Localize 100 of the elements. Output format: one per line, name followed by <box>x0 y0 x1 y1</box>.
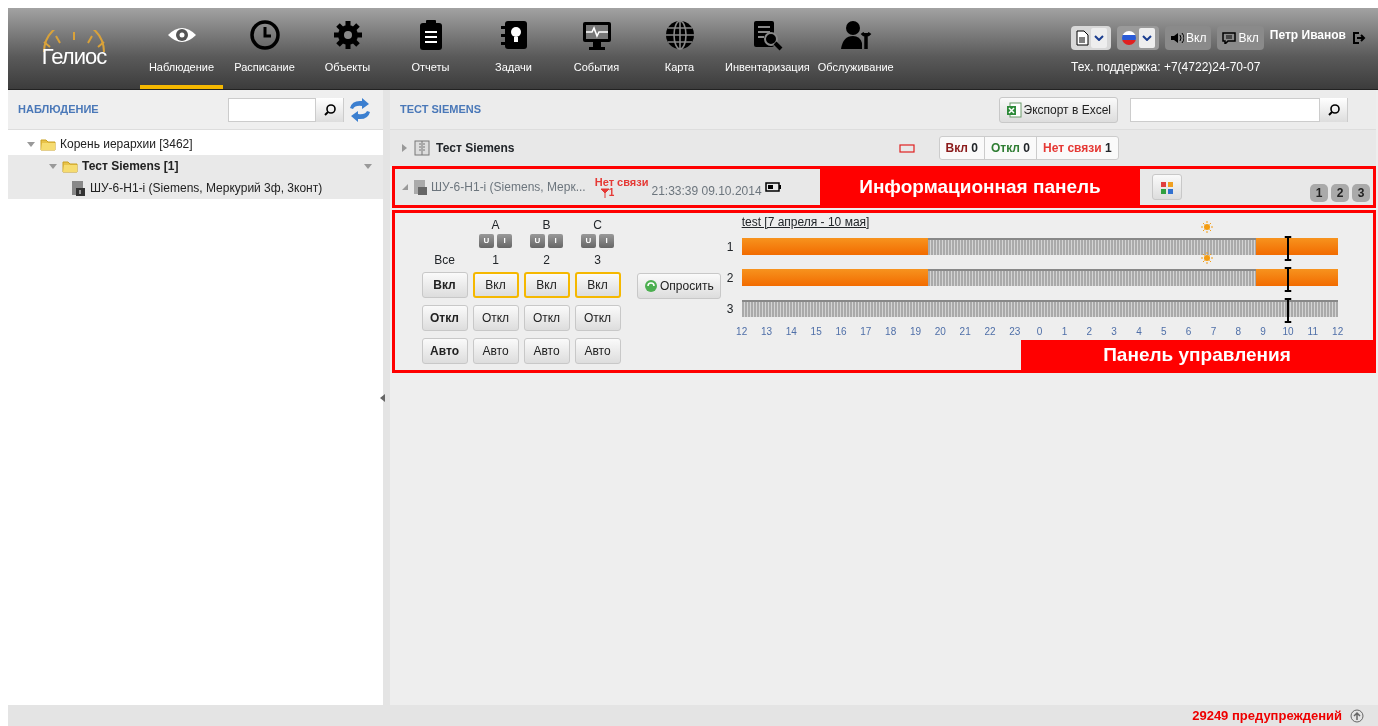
person-wrench-icon <box>839 18 872 51</box>
phase-label: A <box>491 217 500 234</box>
phase-button[interactable]: U <box>581 234 596 248</box>
axis-tick-label: 12 <box>1332 325 1344 339</box>
row-label: 3 <box>726 300 735 318</box>
language-select[interactable] <box>1117 26 1160 50</box>
grid-button[interactable] <box>1152 174 1182 200</box>
battery-icon <box>764 182 781 192</box>
refresh-icon[interactable] <box>347 96 373 123</box>
tree-item[interactable]: Корень иерархии [3462] <box>60 135 193 153</box>
dropdown-caret-icon[interactable] <box>363 162 373 170</box>
command-button[interactable]: Откл <box>574 305 621 331</box>
command-button[interactable]: Авто <box>472 338 519 364</box>
phase-button[interactable]: U <box>479 234 494 248</box>
expand-caret-icon[interactable] <box>401 183 409 191</box>
export-button[interactable]: Экспорт в Excel <box>998 96 1118 123</box>
battery-empty-icon <box>898 143 915 153</box>
phase-button[interactable]: I <box>548 234 563 248</box>
command-button[interactable]: Откл <box>421 305 468 331</box>
column-label: 1 <box>492 252 499 269</box>
expand-caret-icon[interactable] <box>26 140 36 148</box>
axis-tick-label: 12 <box>736 325 748 339</box>
document-search-icon <box>751 18 784 51</box>
flag-icon <box>1121 30 1138 46</box>
document-icon <box>1075 30 1090 46</box>
row-label: 1 <box>726 238 735 256</box>
axis-tick-label: 1 <box>1061 325 1068 339</box>
phase-button[interactable]: I <box>497 234 512 248</box>
command-button[interactable]: Откл <box>472 305 519 331</box>
command-button[interactable]: Вкл <box>472 272 519 298</box>
nav-tab[interactable]: Расписание <box>223 8 306 89</box>
column-label: 3 <box>594 252 601 269</box>
axis-tick-label: 18 <box>885 325 897 339</box>
axis-tick-label: 21 <box>959 325 971 339</box>
axis-tick-label: 2 <box>1086 325 1093 339</box>
group-name[interactable]: Тест Siemens <box>436 139 515 157</box>
grid-icon <box>1160 180 1174 195</box>
page-button[interactable]: 3 <box>1352 184 1370 202</box>
phase-label: C <box>593 217 602 234</box>
scroll-up-icon[interactable] <box>1350 708 1364 723</box>
user-name[interactable]: Петр Иванов <box>1269 26 1346 44</box>
phase-label: B <box>542 217 551 234</box>
building-icon <box>414 140 430 156</box>
document-select[interactable] <box>1071 26 1112 50</box>
search-button[interactable] <box>315 97 343 122</box>
axis-tick-label: 9 <box>1260 325 1266 339</box>
command-button[interactable]: Откл <box>523 305 570 331</box>
warnings-count[interactable]: 29249 предупреждений <box>1192 705 1342 726</box>
search-button[interactable] <box>1319 97 1347 122</box>
schedule-link[interactable]: test [7 апреля - 10 мая] <box>741 215 870 229</box>
nav-tab[interactable]: Отчеты <box>389 8 472 89</box>
command-button[interactable]: Авто <box>421 338 468 364</box>
command-button[interactable]: Вкл <box>421 272 468 298</box>
gear-icon <box>331 18 364 51</box>
callout-label: Информационная панель <box>820 169 1140 205</box>
timestamp: 21:33:39 09.10.2014 <box>651 182 762 200</box>
chevron-down-icon <box>1094 35 1105 41</box>
nav-tab[interactable]: Задачи <box>472 8 555 89</box>
nav-tab[interactable]: Инвентаризация <box>721 8 814 89</box>
logout-icon[interactable] <box>1352 31 1366 45</box>
clock-icon <box>248 18 281 51</box>
globe-icon <box>663 18 696 51</box>
command-button[interactable]: Авто <box>523 338 570 364</box>
signal-indicator: 1 <box>600 187 615 198</box>
page-button[interactable]: 2 <box>1331 184 1349 202</box>
phase-button[interactable]: I <box>599 234 614 248</box>
poll-button[interactable]: Опросить <box>637 273 721 299</box>
collapsed-caret-icon[interactable] <box>400 144 408 152</box>
nav-tab[interactable]: Объекты <box>306 8 389 89</box>
folder-icon <box>62 159 78 173</box>
expand-caret-icon[interactable] <box>48 162 58 170</box>
tree-item[interactable]: ШУ-6-Н1-i (Siemens, Меркурий 3ф, 3конт) <box>90 179 323 197</box>
column-label: Все <box>434 252 455 269</box>
axis-tick-label: 17 <box>860 325 872 339</box>
collapse-arrow-icon[interactable] <box>380 394 385 402</box>
antenna-icon <box>600 187 609 198</box>
axis-tick-label: 20 <box>934 325 946 339</box>
axis-tick-label: 0 <box>1036 325 1043 339</box>
command-button[interactable]: Вкл <box>574 272 621 298</box>
device-name[interactable]: ШУ-6-Н1-i (Siemens, Мерк... <box>431 178 586 196</box>
axis-tick-label: 6 <box>1185 325 1192 339</box>
chat-icon <box>1222 32 1237 44</box>
nav-tab[interactable]: Карта <box>638 8 721 89</box>
search-field[interactable] <box>228 97 344 122</box>
tree-item[interactable]: Тест Siemens [1] <box>82 157 179 175</box>
support-phone: Тех. поддержка: +7(4722)24-70-07 <box>1071 59 1262 76</box>
axis-tick-label: 7 <box>1210 325 1217 339</box>
panel-title: НАБЛЮДЕНИЕ <box>18 102 99 118</box>
command-button[interactable]: Вкл <box>523 272 570 298</box>
page-button[interactable]: 1 <box>1310 184 1328 202</box>
nav-tab[interactable]: Обслуживание <box>813 8 898 89</box>
axis-tick-label: 19 <box>909 325 922 339</box>
nav-tab[interactable]: События <box>555 8 638 89</box>
search-icon <box>1327 103 1340 116</box>
axis-tick-label: 15 <box>810 325 822 339</box>
folder-icon <box>40 137 56 151</box>
phase-button[interactable]: U <box>530 234 545 248</box>
axis-tick-label: 23 <box>1009 325 1021 339</box>
command-button[interactable]: Авто <box>574 338 621 364</box>
search-field[interactable] <box>1130 97 1348 122</box>
